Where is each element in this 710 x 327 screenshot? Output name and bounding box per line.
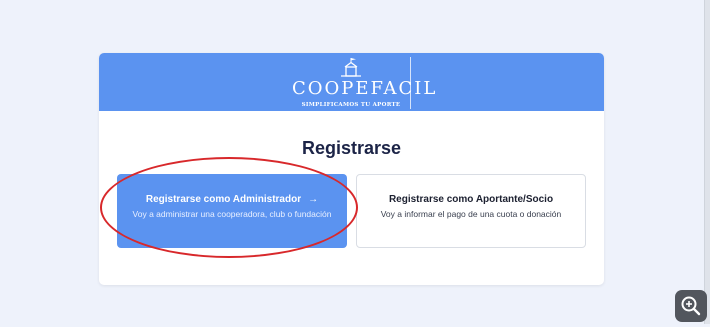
brand-logo: COOPEFACIL SIMPLIFICAMOS TU APORTE	[292, 57, 438, 109]
school-house-icon	[341, 58, 361, 77]
register-card: COOPEFACIL SIMPLIFICAMOS TU APORTE Regis…	[99, 53, 604, 285]
register-admin-button[interactable]: Registrarse como Administrador → Voy a ad…	[117, 174, 347, 248]
register-member-title: Registrarse como Aportante/Socio	[388, 194, 554, 205]
card-header: COOPEFACIL SIMPLIFICAMOS TU APORTE	[99, 53, 604, 111]
arrow-right-icon: →	[308, 194, 319, 205]
brand-tagline: SIMPLIFICAMOS TU APORTE	[301, 102, 401, 108]
zoom-button[interactable]	[675, 290, 707, 322]
page-title: Registrarse	[301, 138, 402, 158]
register-member-button[interactable]: Registrarse como Aportante/Socio Voy a i…	[356, 174, 586, 248]
register-admin-title: Registrarse como Administrador →	[145, 194, 319, 205]
register-admin-description: Voy a administrar una cooperadora, club …	[132, 209, 332, 219]
brand-name: COOPEFACIL	[292, 78, 438, 99]
scrollbar[interactable]	[704, 0, 710, 324]
zoom-in-icon	[681, 296, 701, 316]
register-member-description: Voy a informar el pago de una cuota o do…	[380, 209, 562, 219]
